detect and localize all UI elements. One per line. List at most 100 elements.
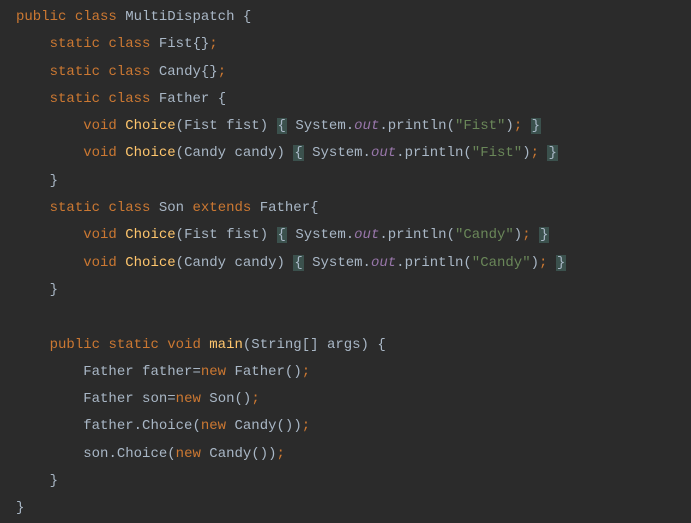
paren: () [277, 418, 294, 434]
method-call: println [405, 255, 464, 271]
method-call: println [405, 145, 464, 161]
paren: () [251, 446, 268, 462]
paren: ( [167, 446, 175, 462]
brace: } [50, 473, 58, 489]
paren: ( [463, 255, 471, 271]
field-out: out [371, 145, 396, 161]
keyword-class: class [108, 91, 150, 107]
class-name: Father [159, 91, 209, 107]
keyword-new: new [176, 446, 201, 462]
semi: ; [514, 118, 522, 134]
keyword-class: class [108, 200, 150, 216]
ctor: Candy [209, 446, 251, 462]
keyword-void: void [83, 145, 117, 161]
field-out: out [371, 255, 396, 271]
param: fist [226, 227, 260, 243]
method-name: Choice [125, 255, 175, 271]
semi: ; [302, 364, 310, 380]
class-name: Son [159, 200, 184, 216]
keyword-extends: extends [192, 200, 251, 216]
type-string: String [251, 337, 301, 353]
field-out: out [354, 227, 379, 243]
paren: ) [514, 227, 522, 243]
paren: ) [277, 255, 285, 271]
var: son [142, 391, 167, 407]
method-name: Choice [125, 227, 175, 243]
class-ref: System [295, 227, 345, 243]
paren: ) [505, 118, 513, 134]
paren: ( [463, 145, 471, 161]
brace: } [50, 173, 58, 189]
keyword-static: static [50, 64, 100, 80]
brace-hl: } [531, 118, 541, 134]
eq: = [167, 391, 175, 407]
string-lit: "Candy" [455, 227, 514, 243]
param: fist [226, 118, 260, 134]
brace: { [377, 337, 385, 353]
keyword-void: void [83, 118, 117, 134]
brace-hl: { [293, 145, 303, 161]
keyword-new: new [201, 418, 226, 434]
dot: . [363, 255, 371, 271]
type: Father [83, 364, 133, 380]
class-ref: System [312, 145, 362, 161]
keyword-new: new [176, 391, 201, 407]
keyword-static: static [108, 337, 158, 353]
paren: ) [522, 145, 530, 161]
brackets: [] [302, 337, 319, 353]
semi: ; [218, 64, 226, 80]
brace-hl: { [277, 227, 287, 243]
semi: ; [277, 446, 285, 462]
paren: ( [176, 145, 184, 161]
keyword-public: public [50, 337, 100, 353]
dot: . [134, 418, 142, 434]
dot: . [379, 118, 387, 134]
type: Fist [184, 227, 218, 243]
semi: ; [522, 227, 530, 243]
semi: ; [251, 391, 259, 407]
paren: ) [293, 418, 301, 434]
method-name: Choice [125, 118, 175, 134]
paren: ( [447, 118, 455, 134]
class-ref: System [312, 255, 362, 271]
keyword-class: class [108, 36, 150, 52]
keyword-new: new [201, 364, 226, 380]
paren: ) [361, 337, 369, 353]
param: candy [234, 255, 276, 271]
method-call: println [388, 227, 447, 243]
paren: ) [268, 446, 276, 462]
paren: ( [176, 227, 184, 243]
brace: { [243, 9, 251, 25]
brace-hl: } [547, 145, 557, 161]
keyword-static: static [50, 91, 100, 107]
var: father [142, 364, 192, 380]
method-call: Choice [117, 446, 167, 462]
brace-hl: { [277, 118, 287, 134]
method-call: Choice [142, 418, 192, 434]
brace: { [310, 200, 318, 216]
paren: ) [260, 227, 268, 243]
dot: . [379, 227, 387, 243]
brace-hl: { [293, 255, 303, 271]
brace-hl: } [539, 227, 549, 243]
method-call: println [388, 118, 447, 134]
class-name: Fist [159, 36, 193, 52]
brace: } [50, 282, 58, 298]
type: Candy [184, 145, 226, 161]
paren: ) [531, 255, 539, 271]
keyword-static: static [50, 36, 100, 52]
string-lit: "Candy" [472, 255, 531, 271]
class-name: MultiDispatch [125, 9, 234, 25]
keyword-void: void [167, 337, 201, 353]
semi: ; [539, 255, 547, 271]
paren: () [235, 391, 252, 407]
keyword-class: class [108, 64, 150, 80]
braces: {} [192, 36, 209, 52]
string-lit: "Fist" [455, 118, 505, 134]
ctor: Candy [235, 418, 277, 434]
paren: ) [260, 118, 268, 134]
type: Candy [184, 255, 226, 271]
paren: ( [447, 227, 455, 243]
dot: . [108, 446, 116, 462]
dot: . [346, 227, 354, 243]
